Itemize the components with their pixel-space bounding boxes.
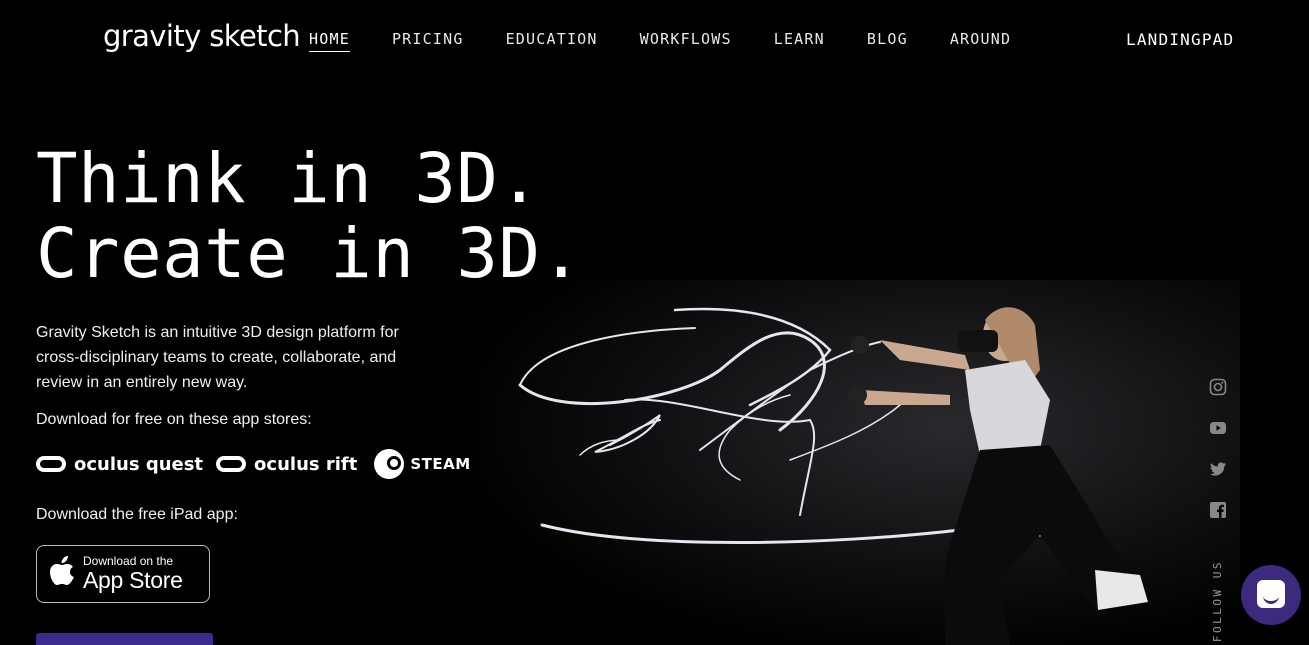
youtube-icon[interactable]: [1209, 419, 1227, 437]
appstore-big-text: App Store: [83, 567, 183, 593]
facebook-icon[interactable]: [1209, 501, 1227, 519]
steam-icon: [374, 449, 405, 479]
nav-learn[interactable]: LEARN: [774, 30, 825, 52]
instagram-icon[interactable]: [1209, 378, 1227, 396]
oculus-quest-label: oculus quest: [74, 453, 204, 475]
oculus-rift-link[interactable]: oculus rift: [216, 454, 357, 475]
oculus-icon: [36, 456, 66, 472]
nav-landingpad[interactable]: LANDINGPAD: [1126, 30, 1234, 49]
apple-icon: [49, 556, 75, 592]
hero-headline: Think in 3D. Create in 3D.: [36, 142, 583, 292]
nav-workflows[interactable]: WORKFLOWS: [640, 30, 732, 52]
chat-button[interactable]: [1241, 565, 1301, 625]
social-links: [1209, 378, 1227, 542]
nav-pricing[interactable]: PRICING: [392, 30, 464, 52]
twitter-icon[interactable]: [1209, 460, 1227, 478]
app-store-button[interactable]: Download on the App Store: [36, 545, 210, 603]
nav-blog[interactable]: BLOG: [867, 30, 908, 52]
chat-icon: [1257, 580, 1285, 608]
steam-link[interactable]: STEAM: [374, 449, 470, 479]
headline-line-1: Think in 3D.: [36, 139, 541, 219]
nav-home[interactable]: HOME: [309, 30, 350, 52]
steam-label: STEAM: [410, 455, 471, 473]
hero-description: Gravity Sketch is an intuitive 3D design…: [36, 324, 399, 391]
oculus-icon: [216, 456, 247, 472]
oculus-rift-label: oculus rift: [254, 453, 358, 475]
oculus-quest-link[interactable]: oculus quest: [36, 454, 203, 475]
store-links: oculus quest oculus rift STEAM: [36, 449, 484, 479]
download-text: Download for free on these app stores:: [36, 411, 312, 428]
nav-education[interactable]: EDUCATION: [506, 30, 598, 52]
nav-around[interactable]: AROUND: [950, 30, 1011, 52]
logo[interactable]: gravity sketch: [103, 19, 301, 53]
hero-image: [480, 280, 1240, 645]
follow-us-label: FOLLOW US: [1211, 560, 1224, 643]
main-nav: HOME PRICING EDUCATION WORKFLOWS LEARN B…: [309, 30, 1053, 52]
cta-button[interactable]: [36, 633, 213, 645]
ipad-text: Download the free iPad app:: [36, 506, 238, 523]
